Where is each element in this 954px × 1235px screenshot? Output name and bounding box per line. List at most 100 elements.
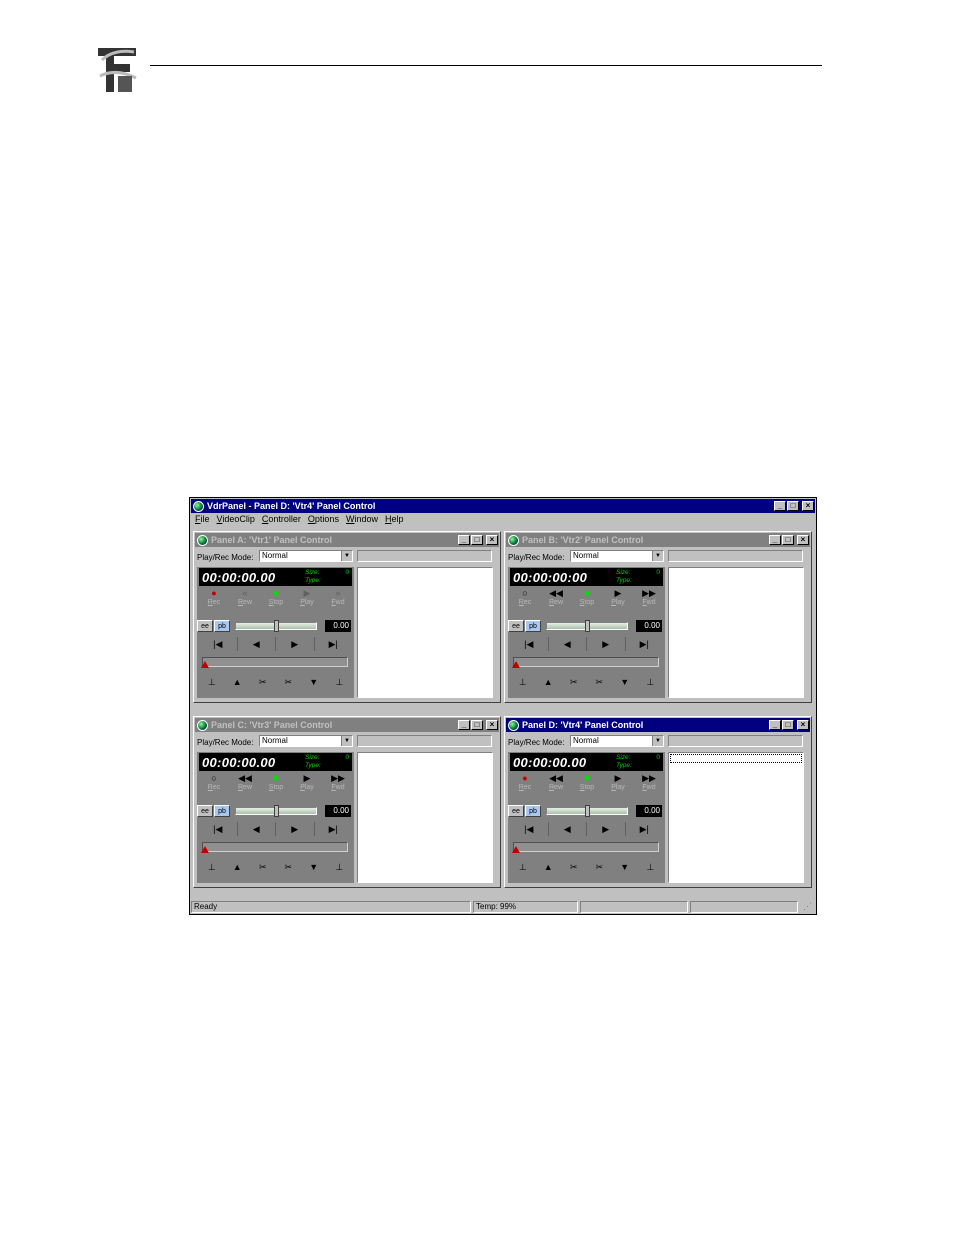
go-to-end-icon[interactable]: ▶| (315, 822, 353, 836)
scrub-bar[interactable] (201, 657, 348, 668)
mark-out-icon[interactable]: ▲ (536, 675, 562, 689)
position-marker[interactable] (201, 846, 209, 853)
step-back-icon[interactable]: ◀ (549, 822, 587, 836)
ee-button[interactable]: ee (508, 805, 524, 817)
scrub-bar[interactable] (512, 842, 659, 853)
scrub-bar[interactable] (512, 657, 659, 668)
cut-icon[interactable]: ✂ (276, 675, 302, 689)
position-marker[interactable] (201, 661, 209, 668)
mark-in-icon[interactable]: ⊥ (327, 860, 353, 874)
cut-icon[interactable]: ✂ (250, 860, 276, 874)
chevron-down-icon[interactable]: ▼ (341, 736, 352, 746)
cut-icon[interactable]: ✂ (250, 675, 276, 689)
menu-item[interactable]: Help (382, 514, 408, 527)
menu-item[interactable]: VideoClip (214, 514, 259, 527)
scrub-bar[interactable] (201, 842, 348, 853)
fwd-button[interactable]: ▶▶ Fwd (634, 587, 664, 609)
shuttle-thumb[interactable] (273, 620, 279, 632)
minimize-icon[interactable]: _ (769, 535, 781, 545)
ee-button[interactable]: ee (197, 805, 213, 817)
cut-icon[interactable]: ✂ (587, 860, 613, 874)
clip-list[interactable] (668, 752, 804, 883)
shuttle-slider[interactable] (235, 805, 317, 817)
mark-out-icon[interactable]: ▼ (612, 675, 638, 689)
step-back-icon[interactable]: ◀ (238, 822, 276, 836)
mark-out-icon[interactable]: ▼ (612, 860, 638, 874)
close-icon[interactable]: × (802, 501, 814, 511)
mark-in-icon[interactable]: ⊥ (510, 675, 536, 689)
ee-button[interactable]: ee (508, 620, 524, 632)
step-forward-icon[interactable]: ▶ (587, 822, 626, 836)
minimize-icon[interactable]: _ (458, 720, 470, 730)
fwd-button[interactable]: » Fwd (323, 587, 353, 609)
mark-in-icon[interactable]: ⊥ (638, 860, 664, 874)
panel-title-bar[interactable]: Panel C: 'Vtr3' Panel Control _ □ × (195, 718, 499, 732)
rec-button[interactable]: ○ Rec (199, 772, 229, 794)
step-forward-icon[interactable]: ▶ (276, 637, 315, 651)
shuttle-thumb[interactable] (584, 620, 590, 632)
app-icon[interactable] (508, 719, 519, 731)
play-rec-mode-select[interactable]: Normal ▼ (259, 550, 353, 562)
mark-out-icon[interactable]: ▲ (225, 860, 251, 874)
shuttle-thumb[interactable] (584, 805, 590, 817)
cut-icon[interactable]: ✂ (561, 675, 587, 689)
panel-title-bar[interactable]: Panel B: 'Vtr2' Panel Control _ □ × (506, 533, 810, 547)
cut-icon[interactable]: ✂ (587, 675, 613, 689)
app-icon[interactable] (197, 719, 208, 731)
shuttle-slider[interactable] (546, 620, 628, 632)
ee-button[interactable]: ee (197, 620, 213, 632)
shuttle-slider[interactable] (235, 620, 317, 632)
menu-item[interactable]: Options (305, 514, 343, 527)
stop-button[interactable]: ■ Stop (261, 772, 291, 794)
stop-button[interactable]: ■ Stop (261, 587, 291, 609)
shuttle-slider[interactable] (546, 805, 628, 817)
step-back-icon[interactable]: ◀ (238, 637, 276, 651)
step-forward-icon[interactable]: ▶ (276, 822, 315, 836)
pb-button[interactable]: pb (525, 620, 541, 632)
shuttle-thumb[interactable] (273, 805, 279, 817)
clip-list[interactable] (357, 752, 493, 883)
close-icon[interactable]: × (486, 535, 498, 545)
app-icon[interactable] (193, 500, 204, 512)
rec-button[interactable]: ○ Rec (510, 587, 540, 609)
minimize-icon[interactable]: _ (774, 501, 786, 511)
maximize-icon[interactable]: □ (787, 501, 799, 511)
go-to-start-icon[interactable]: |◀ (199, 822, 238, 836)
stop-button[interactable]: ■ Stop (572, 772, 602, 794)
fwd-button[interactable]: ▶▶ Fwd (634, 772, 664, 794)
play-rec-mode-select[interactable]: Normal ▼ (570, 550, 664, 562)
minimize-icon[interactable]: _ (458, 535, 470, 545)
chevron-down-icon[interactable]: ▼ (652, 736, 663, 746)
panel-title-bar[interactable]: Panel D: 'Vtr4' Panel Control _ □ × (506, 718, 810, 732)
menu-item[interactable]: Controller (259, 514, 305, 527)
go-to-start-icon[interactable]: |◀ (510, 822, 549, 836)
go-to-end-icon[interactable]: ▶| (315, 637, 353, 651)
rec-button[interactable]: ● Rec (510, 772, 540, 794)
mark-in-icon[interactable]: ⊥ (510, 860, 536, 874)
maximize-icon[interactable]: □ (471, 535, 483, 545)
mark-out-icon[interactable]: ▲ (536, 860, 562, 874)
close-icon[interactable]: × (797, 720, 809, 730)
pb-button[interactable]: pb (525, 805, 541, 817)
mark-out-icon[interactable]: ▲ (225, 675, 251, 689)
app-title-bar[interactable]: VdrPanel - Panel D: 'Vtr4' Panel Control… (191, 499, 815, 513)
maximize-icon[interactable]: □ (471, 720, 483, 730)
go-to-end-icon[interactable]: ▶| (626, 637, 664, 651)
stop-button[interactable]: ■ Stop (572, 587, 602, 609)
rewind-button[interactable]: ◀◀ Rew (541, 587, 571, 609)
go-to-end-icon[interactable]: ▶| (626, 822, 664, 836)
mark-out-icon[interactable]: ▼ (301, 860, 327, 874)
panel-title-bar[interactable]: Panel A: 'Vtr1' Panel Control _ □ × (195, 533, 499, 547)
app-icon[interactable] (197, 534, 208, 546)
rewind-button[interactable]: ◀◀ Rew (541, 772, 571, 794)
chevron-down-icon[interactable]: ▼ (652, 551, 663, 561)
cut-icon[interactable]: ✂ (561, 860, 587, 874)
play-button[interactable]: ▶ Play (603, 587, 633, 609)
step-forward-icon[interactable]: ▶ (587, 637, 626, 651)
maximize-icon[interactable]: □ (782, 720, 794, 730)
maximize-icon[interactable]: □ (782, 535, 794, 545)
minimize-icon[interactable]: _ (769, 720, 781, 730)
rewind-button[interactable]: ◀◀ Rew (230, 772, 260, 794)
clip-list[interactable] (357, 567, 493, 698)
position-marker[interactable] (512, 661, 520, 668)
